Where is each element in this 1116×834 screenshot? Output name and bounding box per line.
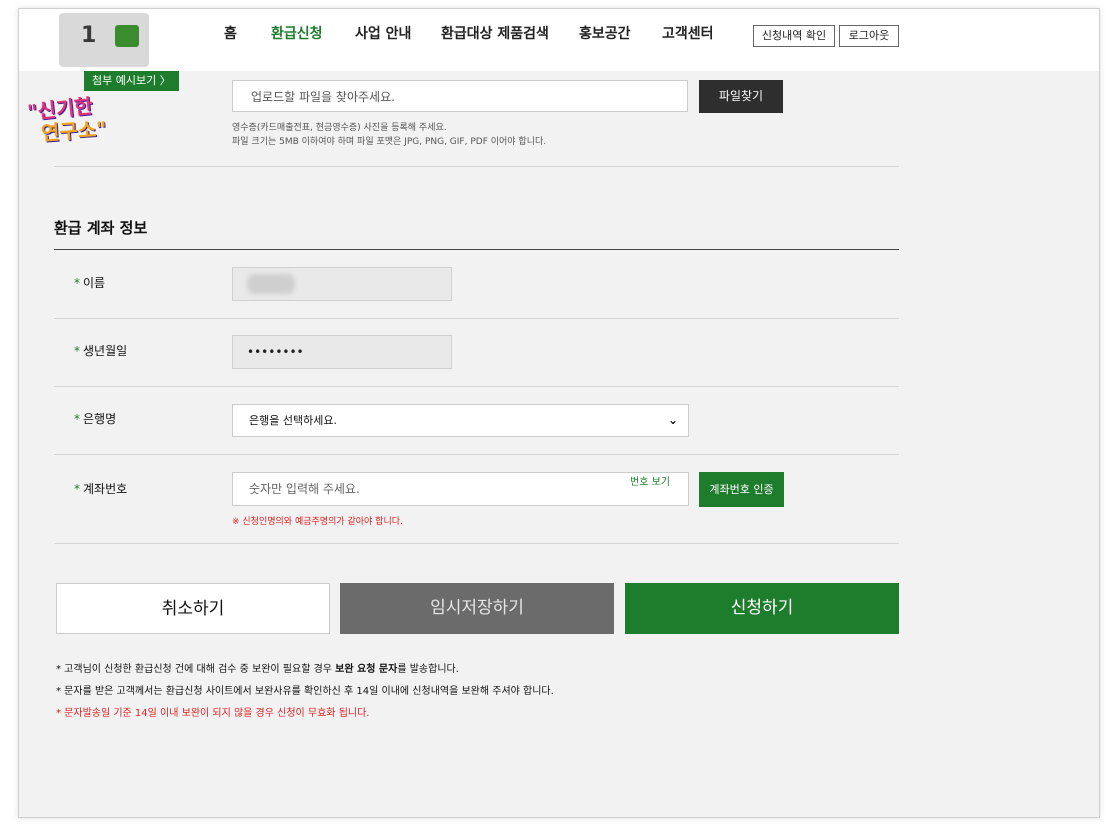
section-divider xyxy=(54,249,899,250)
account-label: * 계좌번호 xyxy=(74,482,128,496)
cancel-button[interactable]: 취소하기 xyxy=(56,583,330,634)
divider xyxy=(54,318,899,319)
nav-promotion[interactable]: 홍보공간 xyxy=(579,23,631,43)
upload-help-text: 영수증(카드매출전표, 현금영수증) 사진을 등록해 주세요. 파일 크기는 5… xyxy=(232,121,546,149)
notice-line3: * 문자발송일 기준 14일 이내 보완이 되지 않을 경우 신청이 무효화 됩… xyxy=(56,708,370,719)
account-label-text: 계좌번호 xyxy=(83,482,128,496)
masked-name xyxy=(247,274,295,294)
bank-label-text: 은행명 xyxy=(83,412,117,426)
birth-label: * 생년월일 xyxy=(74,344,128,358)
nav-customer-center[interactable]: 고객센터 xyxy=(662,23,714,43)
bank-select[interactable]: 은행을 선택하세요. ⌄ xyxy=(232,404,689,437)
section-title-refund-account: 환급 계좌 정보 xyxy=(54,219,148,237)
account-owner-warning: ※ 신청인명의와 예금주명의가 같아야 합니다. xyxy=(232,517,403,527)
nav-business-info[interactable]: 사업 안내 xyxy=(355,23,411,43)
show-number-link[interactable]: 번호 보기 xyxy=(630,473,670,488)
nav-product-search[interactable]: 환급대상 제품검색 xyxy=(441,23,549,43)
browse-file-button[interactable]: 파일찾기 xyxy=(699,80,783,113)
notice-line1-bold: 보완 요청 문자 xyxy=(335,664,398,675)
bank-label: * 은행명 xyxy=(74,412,117,426)
side-event-logo: "신기한 연구소" xyxy=(25,91,121,146)
attachment-example-link[interactable]: 첨부 예시보기 〉 xyxy=(84,71,179,91)
birth-field: •••••••• xyxy=(232,335,452,369)
notice-line1-pre: * 고객님이 신청한 환급신청 건에 대해 검수 중 보완이 필요할 경우 xyxy=(56,664,336,675)
name-field xyxy=(232,267,452,301)
divider xyxy=(54,543,899,544)
notice-line2: * 문자를 받은 고객께서는 환급신청 사이트에서 보완사유를 확인하신 후 1… xyxy=(56,686,554,697)
upload-help-line1: 영수증(카드매출전표, 현금영수증) 사진을 등록해 주세요. xyxy=(232,123,447,133)
submit-button[interactable]: 신청하기 xyxy=(625,583,899,634)
top-navigation: 1 홈 환급신청 사업 안내 환급대상 제품검색 홍보공간 고객센터 신청내역 … xyxy=(19,9,1099,71)
side-logo-line2: 연구소" xyxy=(40,116,108,146)
name-label-text: 이름 xyxy=(83,276,106,290)
file-upload-input[interactable]: 업로드할 파일을 찾아주세요. xyxy=(232,80,688,112)
logo-mark: 1 xyxy=(81,23,97,48)
check-history-button[interactable]: 신청내역 확인 xyxy=(753,25,835,47)
account-number-input[interactable]: 숫자만 입력해 주세요. 번호 보기 xyxy=(232,472,689,506)
site-logo[interactable]: 1 xyxy=(59,13,149,67)
nav-refund-apply[interactable]: 환급신청 xyxy=(271,23,323,43)
divider xyxy=(54,166,899,167)
upload-help-line2: 파일 크기는 5MB 이하여야 하며 파일 포맷은 JPG, PNG, GIF,… xyxy=(232,137,547,147)
name-label: * 이름 xyxy=(74,276,106,290)
logout-button[interactable]: 로그아웃 xyxy=(839,25,899,47)
birth-label-text: 생년월일 xyxy=(83,344,128,358)
nav-home[interactable]: 홈 xyxy=(224,23,237,43)
divider xyxy=(54,454,899,455)
account-placeholder: 숫자만 입력해 주세요. xyxy=(249,482,360,496)
notice-line1: * 고객님이 신청한 환급신청 건에 대해 검수 중 보완이 필요할 경우 보완… xyxy=(56,660,459,675)
logo-emblem-icon xyxy=(115,25,139,47)
divider xyxy=(54,386,899,387)
temp-save-button[interactable]: 임시저장하기 xyxy=(340,583,614,634)
chevron-down-icon: ⌄ xyxy=(667,413,678,427)
notice-line1-post: 를 발송합니다. xyxy=(397,664,459,675)
bank-select-value: 은행을 선택하세요. xyxy=(249,414,337,427)
verify-account-button[interactable]: 계좌번호 인증 xyxy=(699,472,784,507)
page-frame: 1 홈 환급신청 사업 안내 환급대상 제품검색 홍보공간 고객센터 신청내역 … xyxy=(18,8,1100,818)
